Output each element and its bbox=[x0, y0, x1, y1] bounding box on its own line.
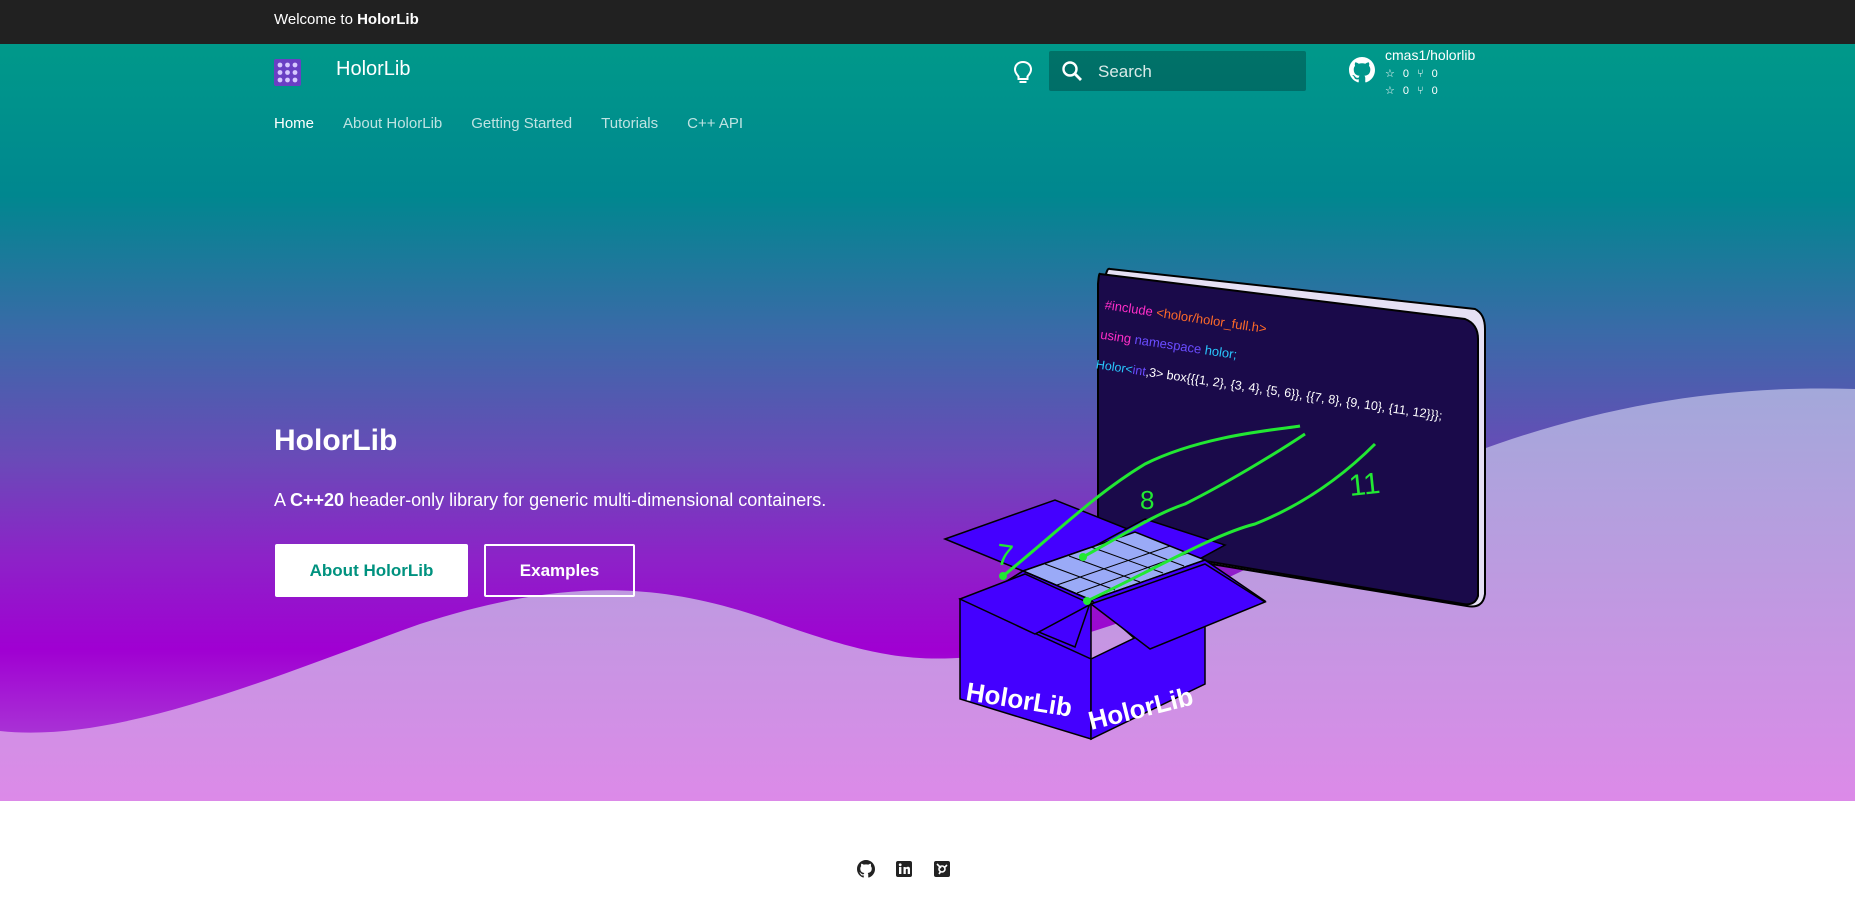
repository-facts-secondary: ☆ 0 ⑂ 0 bbox=[1385, 84, 1446, 97]
fork-icon: ⑂ bbox=[1417, 85, 1424, 97]
hero-illustration: #include <holor/holor_full.h> using name… bbox=[942, 267, 1486, 741]
hero-section: #include <holor/holor_full.h> using name… bbox=[0, 44, 1855, 801]
tab-tutorials[interactable]: Tutorials bbox=[601, 115, 658, 132]
github-icon bbox=[1349, 57, 1375, 83]
lightbulb-icon[interactable] bbox=[1012, 60, 1034, 86]
tab-home[interactable]: Home bbox=[274, 115, 314, 132]
star-icon: ☆ bbox=[1385, 85, 1395, 97]
number-eleven-label: 11 bbox=[1347, 467, 1381, 503]
announcement-text: Welcome to HolorLib bbox=[274, 11, 419, 28]
site-name[interactable]: HolorLib bbox=[336, 58, 410, 81]
sourcegraph-icon[interactable] bbox=[933, 860, 951, 878]
linkedin-icon[interactable] bbox=[895, 860, 913, 878]
hero-subtitle: A C++20 header-only library for generic … bbox=[274, 490, 827, 510]
site-logo-icon[interactable] bbox=[274, 59, 301, 86]
main-navigation-tabs: Home About HolorLib Getting Started Tuto… bbox=[274, 115, 772, 132]
footer-social-links bbox=[857, 860, 971, 878]
repository-facts: ☆ 0 ⑂ 0 bbox=[1385, 67, 1446, 80]
site-header: HolorLib cmas1/holorlib ☆ 0 ⑂ 0 ☆ 0 ⑂ 0 Home A… bbox=[0, 44, 1855, 156]
search-icon bbox=[1062, 61, 1082, 81]
star-count: 0 bbox=[1402, 68, 1409, 80]
about-holorlib-button[interactable]: About HolorLib bbox=[275, 544, 468, 597]
repository-name: cmas1/holorlib bbox=[1385, 47, 1476, 63]
hero-title: HolorLib bbox=[274, 424, 398, 457]
search-box[interactable] bbox=[1049, 51, 1306, 93]
fork-icon: ⑂ bbox=[1417, 68, 1424, 80]
search-input[interactable] bbox=[1096, 51, 1300, 93]
github-icon[interactable] bbox=[857, 860, 875, 878]
tab-about-holorlib[interactable]: About HolorLib bbox=[343, 115, 442, 132]
fork-count: 0 bbox=[1431, 85, 1438, 97]
star-icon: ☆ bbox=[1385, 68, 1395, 80]
tab-getting-started[interactable]: Getting Started bbox=[471, 115, 572, 132]
announcement-bar: Welcome to HolorLib bbox=[0, 0, 1855, 44]
number-eight-label: 8 bbox=[1140, 485, 1154, 515]
tab-cpp-api[interactable]: C++ API bbox=[687, 115, 743, 132]
star-count: 0 bbox=[1402, 85, 1409, 97]
examples-button[interactable]: Examples bbox=[484, 544, 635, 597]
fork-count: 0 bbox=[1431, 68, 1438, 80]
